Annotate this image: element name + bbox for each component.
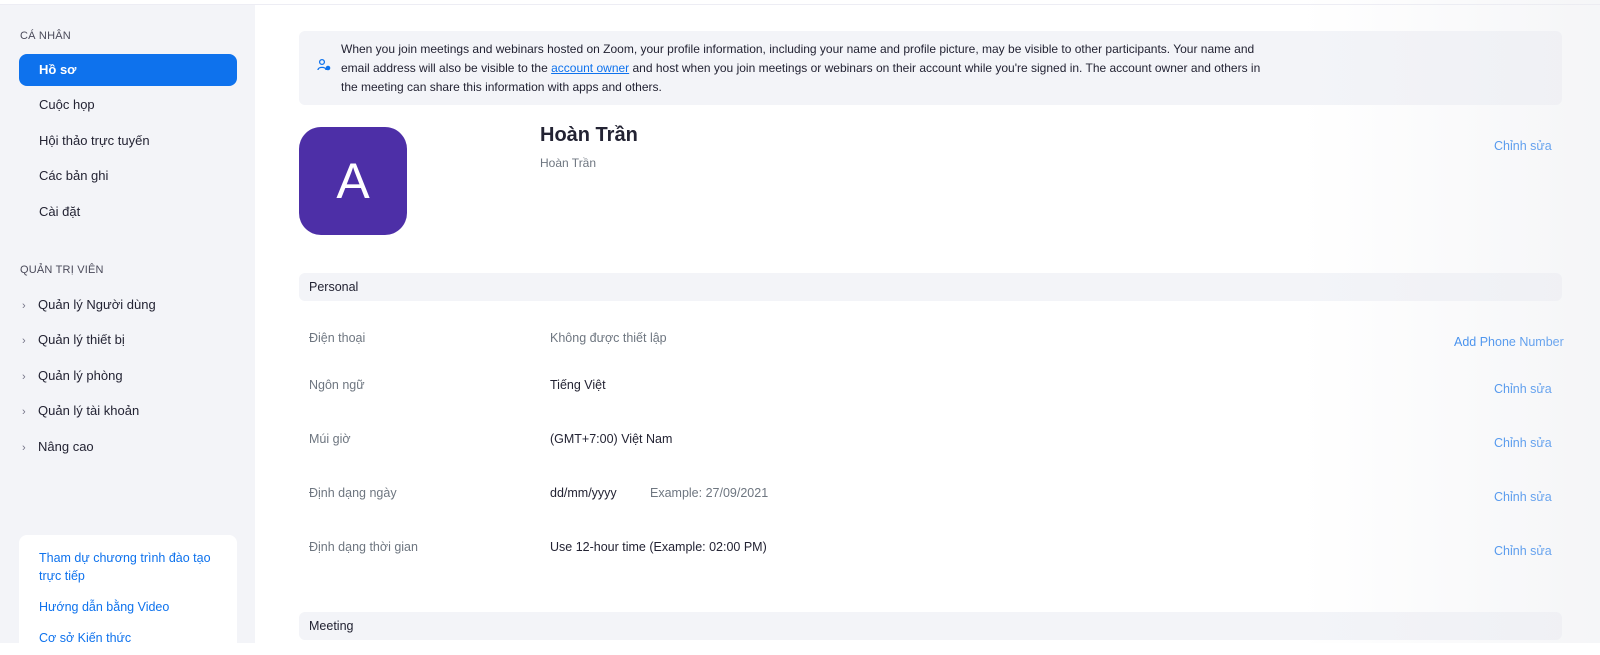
sidebar-item-user-management[interactable]: › Quản lý Người dùng bbox=[22, 289, 156, 321]
live-training-link[interactable]: Tham dự chương trình đào tạo trực tiếp bbox=[39, 549, 219, 585]
edit-profile-button[interactable]: Chỉnh sửa bbox=[1494, 139, 1552, 153]
meeting-section-header: Meeting bbox=[299, 612, 1562, 640]
timezone-label: Múi giờ bbox=[309, 432, 351, 446]
sidebar-item-account-management[interactable]: › Quản lý tài khoản bbox=[22, 395, 139, 427]
sidebar-item-advanced[interactable]: › Nâng cao bbox=[22, 431, 94, 463]
admin-section-label: QUẢN TRỊ VIÊN bbox=[20, 264, 104, 276]
sidebar-item-label: Quản lý thiết bị bbox=[38, 332, 125, 347]
chevron-right-icon: › bbox=[22, 335, 26, 347]
account-owner-link[interactable]: account owner bbox=[551, 61, 629, 75]
section-title: Meeting bbox=[309, 619, 354, 633]
sidebar-item-label: Quản lý Người dùng bbox=[38, 297, 156, 312]
phone-label: Điện thoại bbox=[309, 331, 366, 345]
add-phone-button[interactable]: Add Phone Number bbox=[1454, 335, 1564, 349]
phone-value: Không được thiết lập bbox=[550, 331, 667, 345]
time-format-label: Định dạng thời gian bbox=[309, 540, 418, 554]
sidebar-item-label: Quản lý phòng bbox=[38, 368, 123, 383]
privacy-notice: When you join meetings and webinars host… bbox=[299, 31, 1562, 105]
profile-main: When you join meetings and webinars host… bbox=[255, 5, 1600, 643]
user-info-icon bbox=[317, 58, 331, 71]
edit-date-format-button[interactable]: Chỉnh sửa bbox=[1494, 490, 1552, 504]
sidebar-item-label: Nâng cao bbox=[38, 439, 94, 454]
sidebar-item-settings[interactable]: Cài đặt bbox=[19, 196, 237, 228]
help-links-box: Tham dự chương trình đào tạo trực tiếp H… bbox=[19, 535, 237, 655]
sidebar-item-label: Quản lý tài khoản bbox=[38, 403, 140, 418]
personal-section-header: Personal bbox=[299, 273, 1562, 301]
profile-display-name: Hoàn Trần bbox=[540, 156, 597, 170]
knowledge-base-link[interactable]: Cơ sở Kiến thức bbox=[39, 629, 219, 647]
personal-section-label: CÁ NHÂN bbox=[20, 30, 71, 42]
edit-language-button[interactable]: Chỉnh sửa bbox=[1494, 382, 1552, 396]
sidebar-item-webinars[interactable]: Hội thảo trực tuyến bbox=[19, 125, 237, 157]
chevron-right-icon: › bbox=[22, 442, 26, 454]
video-tutorials-link[interactable]: Hướng dẫn bằng Video bbox=[39, 598, 219, 616]
profile-name: Hoàn Trần bbox=[540, 124, 638, 146]
avatar[interactable]: A bbox=[299, 127, 407, 235]
date-format-value: dd/mm/yyyy bbox=[550, 486, 617, 500]
sidebar: CÁ NHÂN Hồ sơ Cuộc họp Hội thảo trực tuy… bbox=[0, 5, 255, 655]
sidebar-item-recordings[interactable]: Các bản ghi bbox=[19, 160, 237, 192]
date-format-example: Example: 27/09/2021 bbox=[650, 486, 769, 500]
privacy-notice-text: When you join meetings and webinars host… bbox=[341, 40, 1271, 97]
language-value: Tiếng Việt bbox=[550, 378, 606, 392]
chevron-right-icon: › bbox=[22, 406, 26, 418]
timezone-value: (GMT+7:00) Việt Nam bbox=[550, 432, 673, 446]
language-label: Ngôn ngữ bbox=[309, 378, 365, 392]
sidebar-item-device-management[interactable]: › Quản lý thiết bị bbox=[22, 324, 125, 356]
sidebar-item-room-management[interactable]: › Quản lý phòng bbox=[22, 360, 123, 392]
chevron-right-icon: › bbox=[22, 300, 26, 312]
sidebar-item-profile[interactable]: Hồ sơ bbox=[19, 54, 237, 86]
section-title: Personal bbox=[309, 280, 359, 294]
edit-time-format-button[interactable]: Chỉnh sửa bbox=[1494, 544, 1552, 558]
edit-timezone-button[interactable]: Chỉnh sửa bbox=[1494, 436, 1552, 450]
sidebar-item-meetings[interactable]: Cuộc họp bbox=[19, 89, 237, 121]
date-format-label: Định dạng ngày bbox=[309, 486, 397, 500]
time-format-value: Use 12-hour time (Example: 02:00 PM) bbox=[550, 540, 767, 554]
chevron-right-icon: › bbox=[22, 371, 26, 383]
